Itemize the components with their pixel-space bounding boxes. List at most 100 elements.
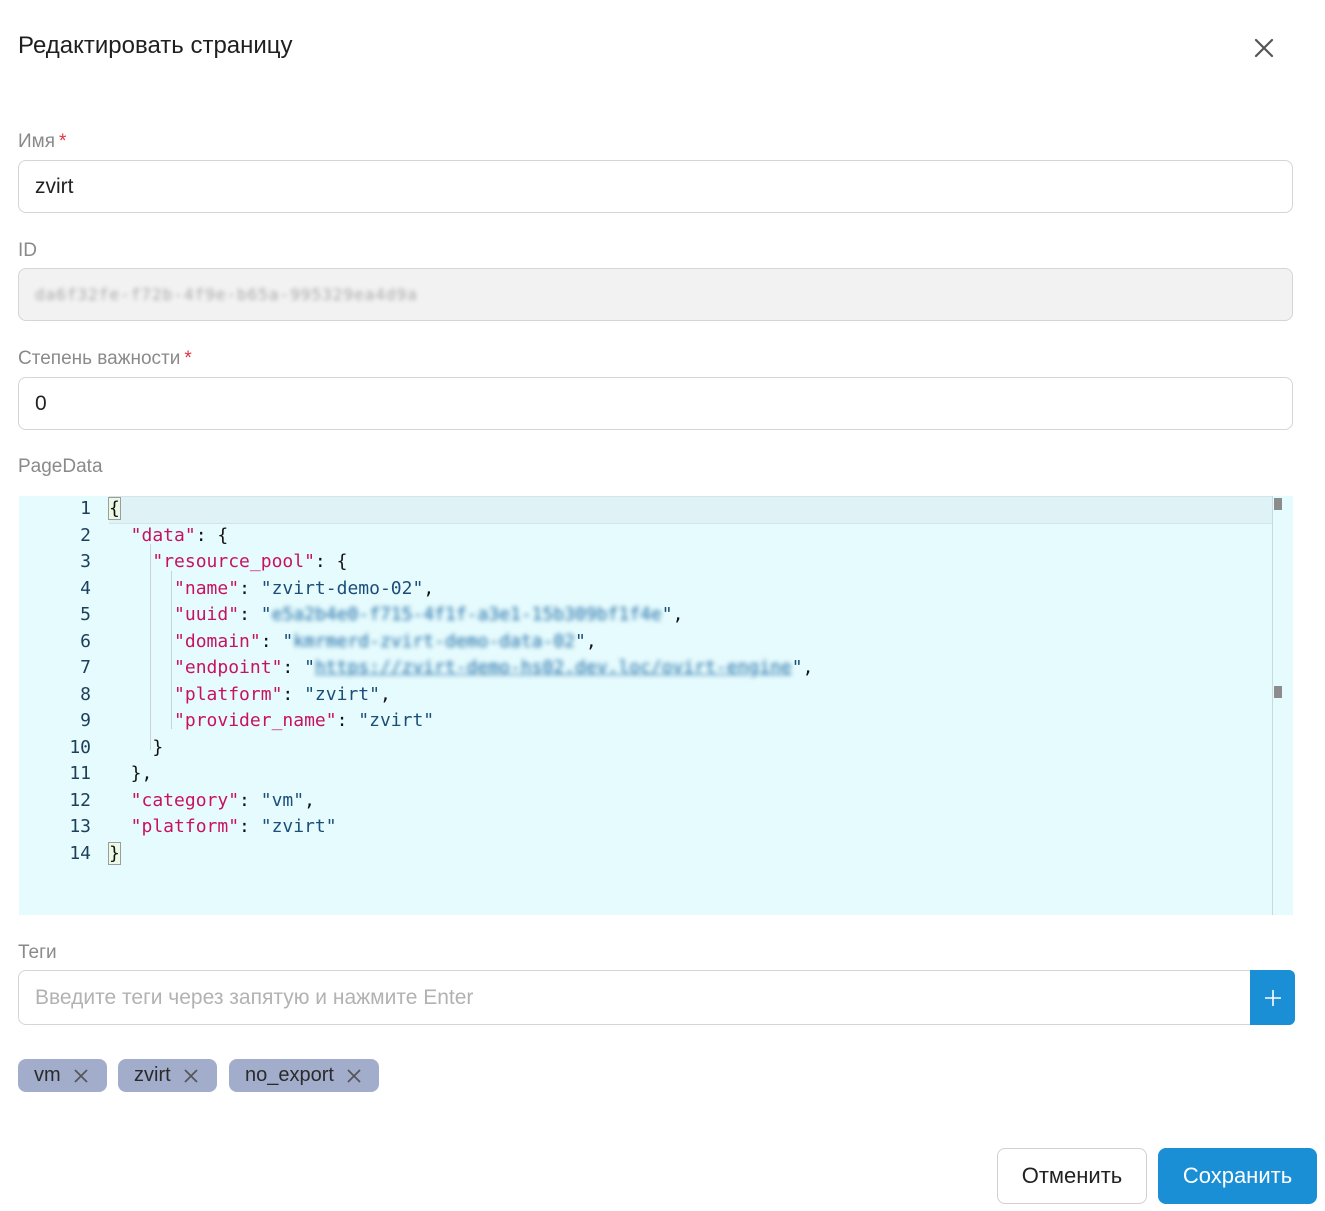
close-icon xyxy=(184,1068,198,1083)
json-string-redacted: e5a2b4e0-f715-4f1f-a3e1-15b309bf1f4e xyxy=(271,604,662,625)
line-number: 4 xyxy=(80,577,91,599)
cancel-button[interactable]: Отменить xyxy=(997,1148,1147,1204)
code-token: " xyxy=(575,630,586,652)
code-text: "data": { xyxy=(131,523,229,550)
code-token: , xyxy=(585,630,597,652)
id-value: da6f32fe-f72b-4f9e-b65a-995329ea4d9a xyxy=(35,285,418,304)
code-text: "platform": "zvirt" xyxy=(131,814,337,841)
line-number: 13 xyxy=(69,816,91,837)
code-token: , xyxy=(304,789,315,811)
line-number: 12 xyxy=(69,789,91,811)
code-token: " xyxy=(282,630,294,652)
code-token: , xyxy=(423,577,435,599)
close-icon xyxy=(347,1068,361,1083)
line-number: 7 xyxy=(80,657,91,678)
code-token: , xyxy=(802,657,814,678)
tags-label: Теги xyxy=(18,942,57,963)
close-button[interactable] xyxy=(1249,33,1279,63)
code-token: , xyxy=(672,604,684,625)
remove-tag-button[interactable] xyxy=(183,1068,199,1084)
code-token: } xyxy=(152,736,164,758)
dialog-title: Редактировать страницу xyxy=(18,32,293,59)
active-line-highlight xyxy=(109,496,1273,524)
json-key: "category" xyxy=(130,789,240,811)
tag-label: vm xyxy=(34,1064,61,1086)
json-key: "name" xyxy=(174,577,240,599)
scrollbar-marker xyxy=(1274,498,1282,510)
code-token: " xyxy=(661,604,673,625)
id-label: ID xyxy=(18,240,37,261)
save-button[interactable]: Сохранить xyxy=(1158,1148,1317,1204)
severity-label-text: Степень важности xyxy=(18,348,181,369)
code-text: "category": "vm", xyxy=(131,788,315,815)
code-text: "platform": "zvirt", xyxy=(174,682,391,709)
tags-input[interactable] xyxy=(18,970,1251,1025)
name-label-text: Имя xyxy=(18,131,56,152)
pagedata-label: PageData xyxy=(18,456,103,477)
code-text: "resource_pool": { xyxy=(152,549,347,576)
code-text: }, xyxy=(131,761,153,788)
json-key: "endpoint" xyxy=(174,657,283,678)
json-code-editor[interactable]: 1{2 "data": {3 "resource_pool": {4 "name": … xyxy=(19,496,1293,915)
code-text: } xyxy=(152,735,163,762)
line-number: 14 xyxy=(69,842,91,864)
close-icon xyxy=(1254,38,1274,58)
json-key: "provider_name" xyxy=(174,710,337,731)
code-text: "uuid": "e5a2b4e0-f715-4f1f-a3e1-15b309b… xyxy=(174,602,683,629)
line-number: 2 xyxy=(80,524,91,546)
remove-tag-button[interactable] xyxy=(346,1068,362,1084)
code-token: : xyxy=(282,683,305,705)
code-token: : xyxy=(260,630,283,652)
name-label: Имя * xyxy=(18,131,66,153)
code-token: : xyxy=(239,789,261,811)
required-mark: * xyxy=(59,131,67,152)
code-token: : { xyxy=(314,551,348,572)
json-key: "uuid" xyxy=(174,604,240,625)
line-number: 8 xyxy=(80,683,91,705)
json-string: "vm" xyxy=(260,789,305,811)
code-token: , xyxy=(379,683,391,705)
code-text: "endpoint": "https://zvirt-demo-hs02.dev… xyxy=(174,655,813,682)
code-token: }, xyxy=(130,763,153,784)
tag-chip-no-export: no_export xyxy=(229,1059,379,1092)
indent-guide xyxy=(171,571,172,729)
severity-value: 0 xyxy=(35,391,47,415)
json-string-redacted: https://zvirt-demo-hs02.dev.loc/ovirt-en… xyxy=(314,657,792,678)
line-number: 9 xyxy=(80,710,91,731)
close-icon xyxy=(74,1068,88,1083)
code-text: "domain": "kmrmerd-zvirt-demo-data-02", xyxy=(174,629,597,656)
plus-icon xyxy=(1264,989,1281,1006)
add-tag-button[interactable] xyxy=(1250,970,1295,1025)
remove-tag-button[interactable] xyxy=(73,1068,89,1084)
line-number: 6 xyxy=(80,630,91,652)
tag-chip-zvirt: zvirt xyxy=(118,1059,217,1092)
code-token: : xyxy=(239,816,261,837)
json-string: "zvirt-demo-02" xyxy=(260,577,424,599)
json-string: "zvirt" xyxy=(358,710,435,731)
tag-label: zvirt xyxy=(134,1064,171,1086)
json-string-redacted: kmrmerd-zvirt-demo-data-02 xyxy=(293,630,576,652)
brace-open: { xyxy=(108,497,121,520)
code-token: " xyxy=(304,657,315,678)
code-text: } xyxy=(108,841,121,868)
json-key: "resource_pool" xyxy=(152,551,315,572)
name-value: zvirt xyxy=(35,174,74,198)
json-key: "platform" xyxy=(174,683,283,705)
severity-input[interactable]: 0 xyxy=(18,377,1293,430)
json-string: "zvirt" xyxy=(304,683,380,705)
json-string: "zvirt" xyxy=(260,816,337,837)
code-token: : xyxy=(336,710,359,731)
editor-scrollbar[interactable] xyxy=(1272,496,1273,915)
json-key: "platform" xyxy=(130,816,240,837)
code-text: "provider_name": "zvirt" xyxy=(174,708,434,735)
required-mark: * xyxy=(184,348,192,369)
line-number: 1 xyxy=(80,498,91,519)
line-number: 5 xyxy=(80,604,91,625)
indent-guide xyxy=(150,544,151,750)
name-input[interactable]: zvirt xyxy=(18,160,1293,213)
brace-close: } xyxy=(108,841,121,865)
line-number: 10 xyxy=(69,736,91,758)
scrollbar-marker xyxy=(1274,686,1282,698)
code-text: "name": "zvirt-demo-02", xyxy=(174,576,434,603)
json-key: "domain" xyxy=(174,630,261,652)
